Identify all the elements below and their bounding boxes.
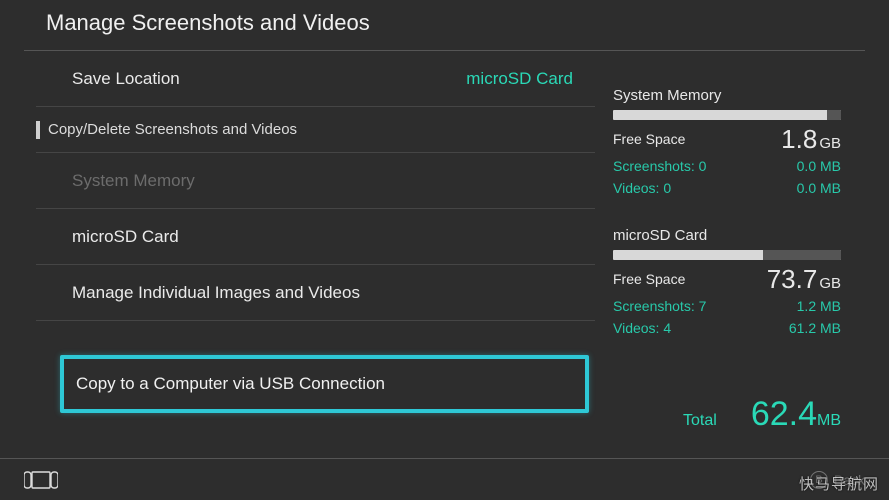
total-value: 62.4MB xyxy=(751,395,841,434)
system-memory-bar-free xyxy=(827,110,841,120)
system-videos-label: Videos: 0 xyxy=(613,177,671,199)
manage-individual-item[interactable]: Manage Individual Images and Videos xyxy=(36,265,595,321)
microsd-screenshots-value: 1.2 MB xyxy=(797,295,841,317)
section-header-copy-delete: Copy/Delete Screenshots and Videos xyxy=(36,107,595,153)
system-screenshots-label: Screenshots: 0 xyxy=(613,155,706,177)
microsd-screenshots-line: Screenshots: 7 1.2 MB xyxy=(613,295,841,317)
system-videos-line: Videos: 0 0.0 MB xyxy=(613,177,841,199)
system-screenshots-value: 0.0 MB xyxy=(797,155,841,177)
save-location-value: microSD Card xyxy=(466,69,573,89)
system-memory-bar xyxy=(613,110,841,120)
system-memory-title: System Memory xyxy=(613,87,865,104)
microsd-item[interactable]: microSD Card xyxy=(36,209,595,265)
page-title: Manage Screenshots and Videos xyxy=(0,0,889,50)
microsd-free-space-label: Free Space xyxy=(613,268,685,295)
microsd-label: microSD Card xyxy=(72,227,179,247)
system-memory-label: System Memory xyxy=(72,171,195,191)
section-marker-icon xyxy=(36,121,40,139)
section-header-label: Copy/Delete Screenshots and Videos xyxy=(48,121,297,138)
footer-bar: B Back xyxy=(0,458,889,500)
copy-usb-button[interactable]: Copy to a Computer via USB Connection xyxy=(60,355,589,413)
system-screenshots-line: Screenshots: 0 0.0 MB xyxy=(613,155,841,177)
save-location-row[interactable]: Save Location microSD Card xyxy=(36,51,595,107)
microsd-videos-label: Videos: 4 xyxy=(613,317,671,339)
copy-usb-label: Copy to a Computer via USB Connection xyxy=(76,374,385,394)
spacer xyxy=(36,321,595,355)
microsd-bar xyxy=(613,250,841,260)
system-free-space-line: Free Space 1.8GB xyxy=(613,128,841,155)
system-free-space-value: 1.8GB xyxy=(781,128,841,155)
total-row: Total 62.4MB xyxy=(613,395,841,434)
microsd-block: microSD Card Free Space 73.7GB Screensho… xyxy=(613,227,865,339)
manage-individual-label: Manage Individual Images and Videos xyxy=(72,283,360,303)
main-area: Save Location microSD Card Copy/Delete S… xyxy=(0,51,889,434)
microsd-title: microSD Card xyxy=(613,227,865,244)
system-memory-block: System Memory Free Space 1.8GB Screensho… xyxy=(613,87,865,199)
microsd-screenshots-label: Screenshots: 7 xyxy=(613,295,706,317)
microsd-free-space-line: Free Space 73.7GB xyxy=(613,268,841,295)
microsd-videos-line: Videos: 4 61.2 MB xyxy=(613,317,841,339)
system-videos-value: 0.0 MB xyxy=(797,177,841,199)
microsd-bar-free xyxy=(763,250,841,260)
console-icon xyxy=(24,471,58,489)
microsd-free-space-value: 73.7GB xyxy=(767,268,841,295)
save-location-label: Save Location xyxy=(72,69,180,89)
system-free-space-label: Free Space xyxy=(613,128,685,155)
left-column: Save Location microSD Card Copy/Delete S… xyxy=(0,51,595,434)
right-column: System Memory Free Space 1.8GB Screensho… xyxy=(595,51,865,434)
total-label: Total xyxy=(683,412,717,430)
system-memory-item: System Memory xyxy=(36,153,595,209)
microsd-videos-value: 61.2 MB xyxy=(789,317,841,339)
watermark: 快马导航网 xyxy=(799,473,879,494)
